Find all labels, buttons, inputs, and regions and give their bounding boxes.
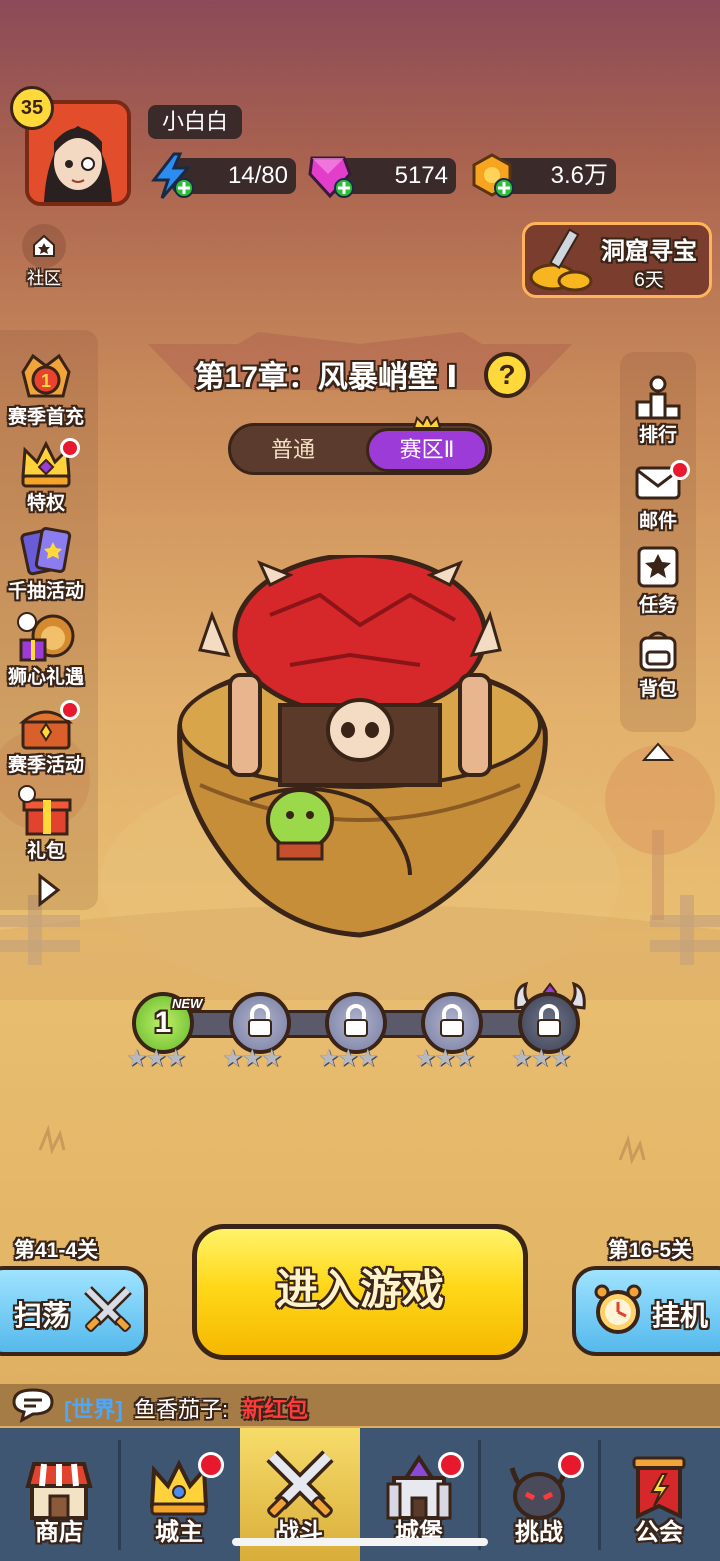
gold-coin-icon[interactable] [468, 152, 514, 198]
padlock-icon [537, 1004, 561, 1037]
padlock-icon [248, 1004, 272, 1037]
quest-button[interactable]: 任务 [626, 544, 690, 617]
ranking-icon [635, 374, 681, 420]
padlock-icon [344, 1004, 368, 1037]
privilege-label: 特权 [26, 493, 65, 514]
zone-crown-icon [412, 416, 442, 429]
chat-sender: 鱼香茄子: [134, 1397, 229, 1422]
treasure-event-button[interactable]: 洞窟寻宝 6天 [522, 222, 712, 298]
season-event-badge-dot [60, 700, 80, 720]
sweep-stage-label: 第41-4关 [14, 1239, 99, 1262]
mail-label: 邮件 [638, 511, 677, 532]
nav-castle-badge-dot [438, 1452, 464, 1478]
home-icon [22, 224, 66, 268]
nav-challenge-label: 挑战 [515, 1519, 563, 1546]
ranking-label: 排行 [638, 425, 677, 446]
nav-challenge-badge-dot [558, 1452, 584, 1478]
lion-gift-button[interactable]: 狮心礼遇 [4, 610, 88, 689]
mail-badge-dot [670, 460, 690, 480]
cards-draw-label: 千抽活动 [7, 581, 84, 602]
home-indicator [232, 1538, 488, 1546]
nav-shop-label: 商店 [35, 1519, 83, 1546]
stage-node-1-number: 1 [154, 1006, 172, 1039]
crossed-swords-icon [84, 1286, 132, 1332]
quest-label: 任务 [638, 595, 677, 616]
gift-pack-button[interactable]: 礼包 [4, 784, 88, 863]
sweep-button[interactable]: 扫荡 [0, 1266, 148, 1356]
season-first-charge-button[interactable]: 1 赛季首充 [4, 350, 88, 429]
nav-challenge[interactable]: 挑战 [480, 1428, 598, 1561]
idle-stage-label: 第16-5关 [608, 1239, 693, 1262]
stage-4-stars: ★★★ [415, 1045, 476, 1072]
chapter-title: 第17章：风暴峭壁 Ⅰ [194, 361, 458, 394]
nav-guild[interactable]: 公会 [600, 1428, 718, 1561]
stage-5-stars: ★★★ [511, 1045, 572, 1072]
nav-lord-label: 城主 [155, 1519, 203, 1546]
community-label: 社区 [27, 269, 61, 288]
player-level-badge: 35 [10, 86, 54, 130]
ranking-button[interactable]: 排行 [626, 374, 690, 447]
padlock-icon [440, 1004, 464, 1037]
nav-guild-label: 公会 [635, 1519, 683, 1546]
energy-bolt-icon[interactable] [148, 152, 194, 199]
gift-pack-label: 礼包 [26, 841, 65, 862]
right-menu-collapse-arrow-icon[interactable] [640, 740, 676, 769]
enter-game-label: 进入游戏 [275, 1266, 444, 1313]
stage-new-tag-text: NEW [172, 996, 203, 1011]
treasure-event-title: 洞窟寻宝 [601, 238, 697, 265]
idle-label: 挂机 [652, 1300, 709, 1331]
sweep-label: 扫荡 [14, 1300, 71, 1331]
gift-box-icon [15, 784, 77, 840]
cards-draw-icon [15, 524, 77, 580]
nav-lord-badge-dot [198, 1452, 224, 1478]
enter-game-button[interactable]: 进入游戏 [192, 1224, 528, 1360]
world-chat-bar[interactable]: [世界] 鱼香茄子: 新红包 [0, 1384, 720, 1426]
treasure-event-days: 6天 [634, 270, 664, 291]
chat-message: 新红包 [242, 1397, 309, 1422]
privilege-badge-dot [60, 438, 80, 458]
community-button[interactable]: 社区 [18, 224, 70, 289]
stage-1-stars: ★★★ [126, 1045, 187, 1072]
idle-button[interactable]: 挂机 [572, 1266, 720, 1356]
quest-icon [635, 544, 681, 590]
backpack-button[interactable]: 背包 [626, 628, 690, 701]
cards-draw-button[interactable]: 千抽活动 [4, 524, 88, 603]
stage-3-stars: ★★★ [318, 1045, 379, 1072]
mode-zone-tab[interactable]: 赛区Ⅱ [366, 428, 488, 472]
backpack-label: 背包 [638, 679, 677, 700]
chat-bubble-icon [12, 1388, 54, 1423]
gem-icon[interactable] [306, 152, 354, 199]
chat-channel: [世界] [64, 1397, 123, 1422]
season-first-charge-icon: 1 [15, 350, 77, 406]
nav-shop[interactable]: 商店 [0, 1428, 118, 1561]
chapter-help-icon[interactable]: ? [484, 352, 530, 398]
backpack-icon [635, 628, 681, 674]
stage-new-tag: NEW [172, 996, 202, 1011]
season-event-label: 赛季活动 [7, 755, 84, 776]
lion-gift-label: 狮心礼遇 [7, 667, 84, 688]
left-menu-expand-arrow-icon[interactable] [36, 872, 62, 913]
svg-text:1: 1 [41, 371, 51, 391]
stage-2-stars: ★★★ [222, 1045, 283, 1072]
mode-normal-tab[interactable]: 普通 [240, 432, 346, 468]
alarm-clock-icon [594, 1284, 642, 1334]
player-name[interactable]: 小白白 [148, 105, 242, 139]
nav-lord[interactable]: 城主 [120, 1428, 238, 1561]
season-first-charge-label: 赛季首充 [7, 407, 84, 428]
boss-island-scene [177, 555, 548, 938]
lion-gift-icon [15, 610, 77, 666]
